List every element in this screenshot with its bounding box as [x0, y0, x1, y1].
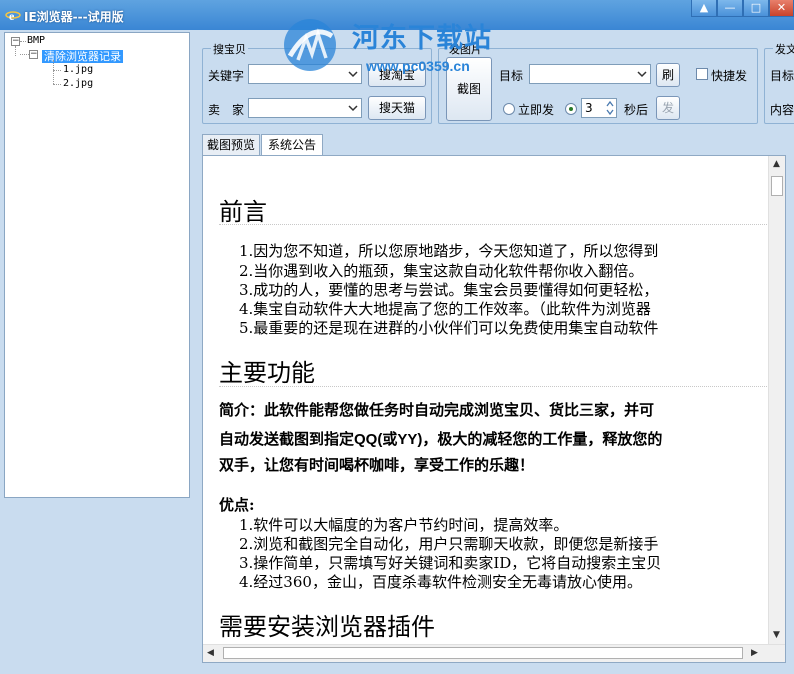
seller-combo[interactable] — [248, 98, 362, 118]
chevron-down-icon — [637, 71, 647, 78]
window-title: IE浏览器---试用版 — [24, 10, 124, 24]
ie-app-icon: e — [5, 9, 21, 22]
spin-arrows-icon[interactable] — [605, 100, 615, 116]
watermark-url: www.pc0359.cn — [366, 58, 470, 74]
advantages-label: 优点: — [219, 496, 255, 514]
search-tmall-button[interactable]: 搜天猫 — [368, 96, 426, 120]
watermark-site-name: 河东下载站 — [352, 23, 492, 54]
tab-system-notice[interactable]: 系统公告 — [261, 134, 323, 156]
tab-capture-preview[interactable]: 截图预览 — [202, 134, 260, 156]
send-delayed-radio[interactable] — [565, 103, 577, 115]
list-item: 1.因为您不知道，所以您原地踏步，今天您知道了，所以您得到 — [239, 242, 659, 260]
intro-line-3: 双手，让您有时间喝杯咖啡，享受工作的乐趣！ — [219, 456, 535, 474]
list-item: 1.软件可以大幅度的为客户节约时间，提高效率。 — [239, 516, 569, 534]
intro-line-1: 简介：此软件能帮您做任务时自动完成浏览宝贝、货比三家，并可 — [219, 401, 655, 419]
refresh-button[interactable]: 刷 — [656, 63, 680, 87]
horizontal-scrollbar[interactable]: ◀ ▶ — [203, 644, 785, 662]
collapse-icon[interactable]: − — [29, 50, 38, 59]
chevron-down-icon — [348, 105, 358, 112]
intro-line-2: 自动发送截图到指定QQ(或YY)，极大的减轻您的工作量，释放您的 — [219, 430, 663, 448]
search-group-title: 搜宝贝 — [211, 41, 248, 57]
list-item: 3.成功的人，要懂的思考与尝试。集宝会员要懂得如何更轻松， — [239, 281, 659, 299]
scroll-up-icon[interactable]: ▲ — [773, 159, 780, 169]
watermark-logo — [284, 19, 336, 71]
send-text-group-title: 发文 — [773, 41, 794, 57]
tree-file-2[interactable]: 2.jpg — [63, 78, 93, 89]
preface-heading: 前言 — [219, 198, 267, 226]
send-now-radio[interactable] — [503, 103, 515, 115]
send-image-button[interactable]: 发 — [656, 96, 680, 120]
list-item: 2.当你遇到收入的瓶颈，集宝这款自动化软件帮你收入翻倍。 — [239, 262, 644, 280]
vertical-scrollbar[interactable]: ▲ ▼ — [768, 156, 785, 644]
seller-label: 卖 家 — [208, 103, 245, 117]
list-item: 4.集宝自动软件大大地提高了您的工作效率。（此软件为浏览器 — [239, 300, 651, 318]
features-heading: 主要功能 — [219, 359, 315, 387]
notice-document: 前言 1.因为您不知道，所以您原地踏步，今天您知道了，所以您得到 2.当你遇到收… — [209, 156, 767, 644]
notice-content-pane[interactable]: 前言 1.因为您不知道，所以您原地踏步，今天您知道了，所以您得到 2.当你遇到收… — [202, 155, 786, 663]
target-combo[interactable] — [529, 64, 651, 84]
horizontal-scroll-thumb[interactable] — [223, 647, 743, 659]
send-text-content-label: 内容 — [770, 103, 794, 117]
svg-text:e: e — [9, 9, 15, 22]
maximize-button[interactable]: □ — [743, 0, 769, 17]
send-text-target-label: 目标 — [770, 69, 794, 83]
scroll-down-icon[interactable]: ▼ — [773, 630, 780, 640]
plugin-heading: 需要安装浏览器插件 — [219, 613, 435, 641]
delay-seconds-value: 3 — [585, 101, 593, 115]
tree-item-clear-history[interactable]: 清除浏览器记录 — [42, 50, 123, 63]
chevron-down-icon — [348, 71, 358, 78]
scroll-left-icon[interactable]: ◀ — [207, 648, 214, 658]
list-item: 3.操作简单，只需填写好关键词和卖家ID，它将自动搜索主宝贝 — [239, 554, 662, 572]
vertical-scroll-thumb[interactable] — [771, 176, 783, 196]
tree-file-1[interactable]: 1.jpg — [63, 64, 93, 75]
delay-seconds-spinner[interactable]: 3 — [581, 98, 617, 118]
keyword-label: 关键字 — [208, 69, 245, 83]
list-item: 2.浏览和截图完全自动化，用户只需聊天收款，即便您是新接手 — [239, 535, 659, 553]
skin-button[interactable]: ▲ — [691, 0, 717, 17]
scroll-right-icon[interactable]: ▶ — [751, 648, 758, 658]
folder-tree[interactable]: − BMP − 清除浏览器记录 1.jpg 2.jpg — [4, 32, 190, 498]
minimize-button[interactable]: — — [717, 0, 743, 17]
target-label: 目标 — [499, 69, 524, 83]
send-now-label: 立即发 — [518, 103, 555, 117]
seconds-label: 秒后 — [624, 103, 649, 117]
close-button[interactable]: ✕ — [769, 0, 794, 17]
list-item: 4.经过360，金山，百度杀毒软件检测安全无毒请放心使用。 — [239, 573, 642, 591]
tree-root-bmp[interactable]: BMP — [27, 35, 45, 46]
quick-send-checkbox[interactable] — [696, 68, 708, 80]
list-item: 5.最重要的还是现在进群的小伙伴们可以免费使用集宝自动软件 — [239, 319, 659, 337]
quick-send-label: 快捷发 — [711, 69, 748, 83]
collapse-icon[interactable]: − — [11, 37, 20, 46]
